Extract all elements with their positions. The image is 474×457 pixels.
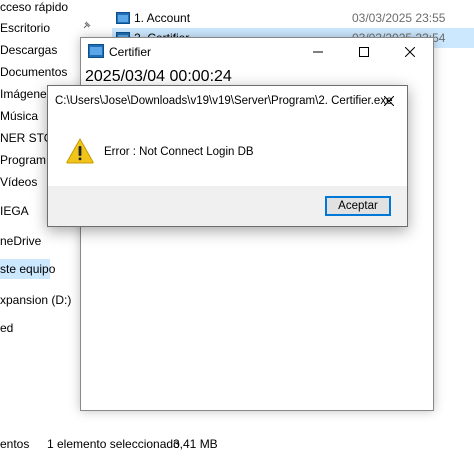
error-message: Error : Not Connect Login DB (104, 146, 254, 158)
sidebar-item-pictures[interactable]: Imágenes (0, 84, 53, 104)
file-date: 03/03/2025 23:55 (352, 11, 446, 25)
sidebar-item-videos[interactable]: Vídeos (0, 172, 37, 192)
minimize-button[interactable] (295, 38, 341, 66)
error-dialog-titlebar[interactable]: C:\Users\Jose\Downloads\v19\v19\Server\P… (48, 86, 407, 116)
certifier-titlebar[interactable]: Certifier (81, 38, 433, 66)
warning-icon (66, 138, 94, 164)
maximize-icon (359, 47, 369, 57)
window-title: Certifier (109, 45, 152, 59)
sidebar-item-documents[interactable]: Documentos (0, 62, 67, 82)
error-dialog-title: C:\Users\Jose\Downloads\v19\v19\Server\P… (55, 95, 393, 107)
datetime-display: 2025/03/04 00:00:24 (85, 68, 232, 85)
close-icon (405, 47, 415, 57)
sidebar-item-network[interactable]: ed (0, 318, 13, 338)
application-icon (88, 44, 104, 58)
minimize-icon (313, 51, 323, 53)
file-row-account[interactable]: 1. Account 03/03/2025 23:55 (112, 8, 474, 28)
file-name: 1. Account (134, 11, 191, 25)
sidebar-item-mega[interactable]: IEGA (0, 201, 29, 221)
sidebar-item-onedrive[interactable]: neDrive (0, 231, 41, 251)
sidebar-item-this-pc[interactable]: ste equipo (0, 259, 55, 279)
sidebar-item-quick-access[interactable]: cceso rápido (0, 0, 68, 17)
sidebar-item-downloads[interactable]: Descargas (0, 40, 57, 60)
status-item-count: entos (0, 437, 30, 451)
sidebar-item-program[interactable]: Program (0, 150, 46, 170)
sidebar-item-music[interactable]: Música (0, 106, 38, 126)
maximize-button[interactable] (341, 38, 387, 66)
sidebar-item-expansion-drive[interactable]: xpansion (D:) (0, 290, 71, 310)
status-selection: 1 elemento seleccionado (47, 437, 180, 451)
sidebar-item-desktop[interactable]: Escritorio (0, 18, 50, 38)
application-icon (116, 12, 130, 24)
status-bar: entos 1 elemento seleccionado 3,41 MB (0, 434, 474, 454)
close-button[interactable] (387, 38, 433, 66)
error-dialog: C:\Users\Jose\Downloads\v19\v19\Server\P… (47, 85, 408, 227)
close-button[interactable] (373, 86, 407, 116)
accept-button[interactable]: Aceptar (325, 196, 391, 216)
status-size: 3,41 MB (173, 437, 218, 451)
close-icon (384, 96, 394, 106)
pin-icon (83, 21, 91, 29)
